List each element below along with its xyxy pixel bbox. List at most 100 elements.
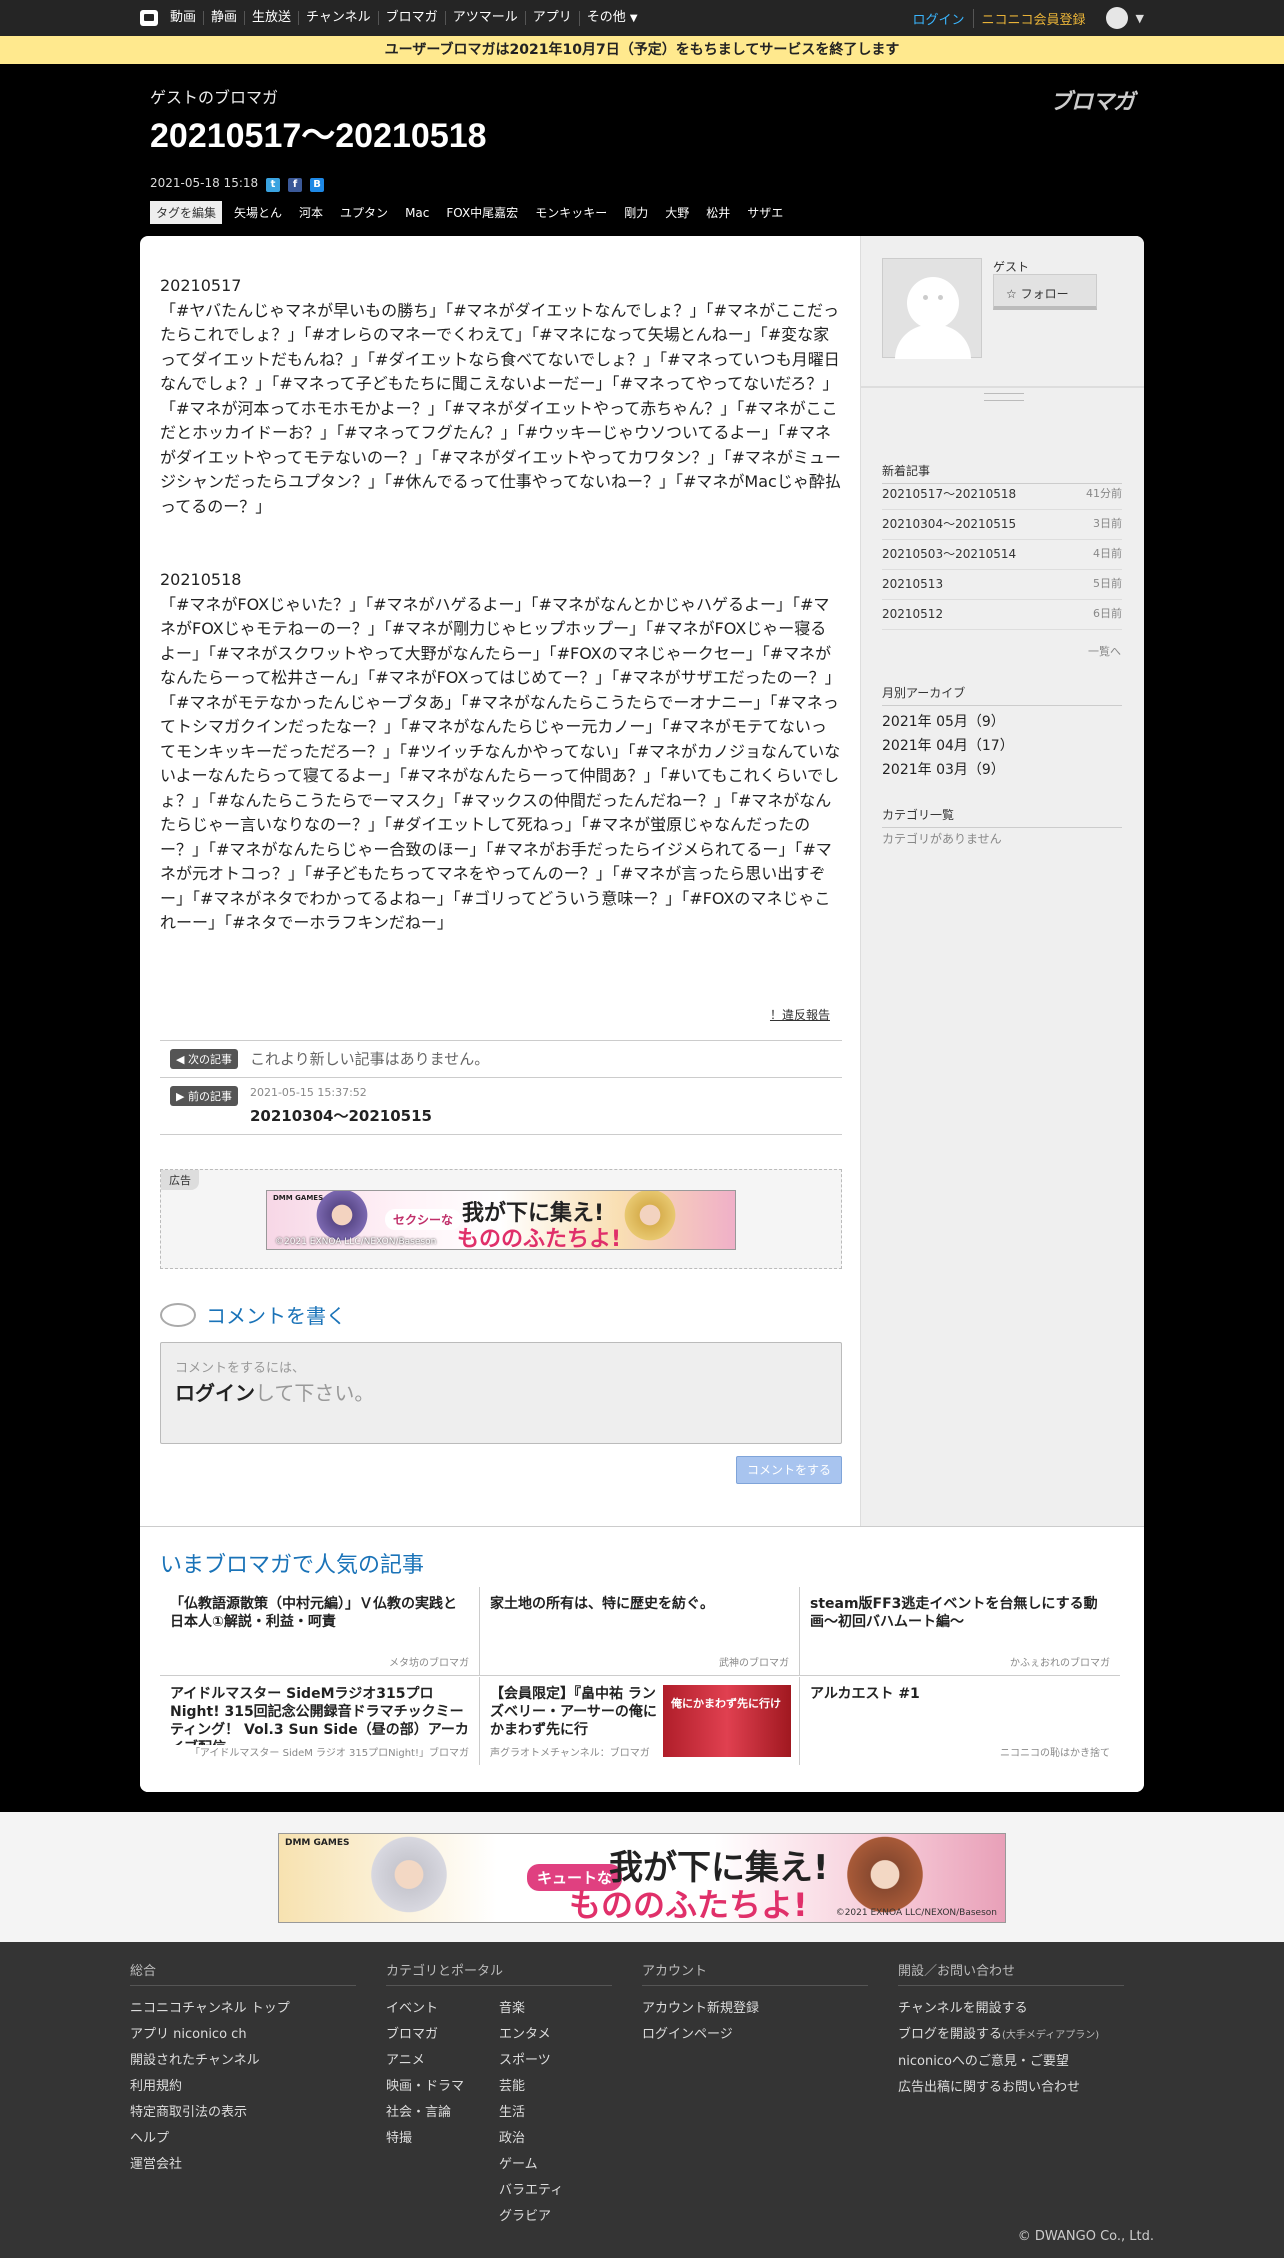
nav-link-atsumaru[interactable]: アツマール bbox=[444, 11, 525, 25]
footer-link[interactable]: チャンネルを開設する bbox=[898, 1996, 1124, 2022]
footer-link[interactable]: スポーツ bbox=[499, 2048, 612, 2074]
bottom-ad-banner[interactable]: DMM GAMES キュートな 我が下に集え! もののふたちよ! ©2021 E… bbox=[278, 1833, 1006, 1923]
category-title: カテゴリ一覧 bbox=[882, 806, 1122, 828]
blog-owner-name[interactable]: ゲストのブロマガ bbox=[150, 84, 278, 108]
recent-article-item[interactable]: 20210512 6日前 bbox=[882, 600, 1122, 630]
tag-item[interactable]: 河本 bbox=[299, 204, 323, 221]
footer-link[interactable]: 開設されたチャンネル bbox=[130, 2048, 356, 2074]
tag-item[interactable]: 剛力 bbox=[624, 204, 648, 221]
tag-item[interactable]: Mac bbox=[405, 206, 429, 220]
tag-item[interactable]: 大野 bbox=[665, 204, 689, 221]
profile-avatar[interactable] bbox=[882, 258, 982, 359]
profile-name[interactable]: ゲスト bbox=[993, 258, 1029, 275]
popular-item[interactable]: アルカエスト #1 ニコニコの恥はかき捨て bbox=[800, 1677, 1120, 1765]
user-avatar-icon[interactable] bbox=[1105, 7, 1128, 29]
prev-article-title[interactable]: 20210304～20210515 bbox=[250, 1105, 432, 1126]
tag-item[interactable]: FOX中尾嘉宏 bbox=[446, 204, 518, 221]
footer-link[interactable]: ログインページ bbox=[642, 2022, 868, 2048]
nav-link-live[interactable]: 生放送 bbox=[244, 11, 298, 25]
comment-hint: コメントをするには、 bbox=[175, 1361, 306, 1376]
login-link[interactable]: ログイン bbox=[913, 9, 973, 28]
footer-link[interactable]: 音楽 bbox=[499, 1996, 612, 2022]
blomaga-logo[interactable]: ブロマガ bbox=[1050, 84, 1135, 116]
nav-link-more[interactable]: その他 ▼ bbox=[578, 10, 645, 26]
post-date: 2021-05-18 15:18 bbox=[150, 176, 259, 190]
popular-item[interactable]: steam版FF3逃走イベントを台無しにする動画～初回バハムート編～ かふぇおれ… bbox=[800, 1587, 1120, 1675]
footer-link[interactable]: 運営会社 bbox=[130, 2152, 356, 2178]
footer-link[interactable]: エンタメ bbox=[499, 2022, 612, 2048]
chevron-right-icon: ▶ bbox=[176, 1090, 185, 1103]
prev-article-row[interactable]: ▶ 前の記事 2021-05-15 15:37:52 20210304～2021… bbox=[160, 1078, 842, 1135]
recent-article-item[interactable]: 20210503～20210514 4日前 bbox=[882, 540, 1122, 570]
recent-article-item[interactable]: 20210304～20210515 3日前 bbox=[882, 510, 1122, 540]
popular-divider bbox=[160, 1675, 1120, 1676]
ad-banner-sub: もののふたちよ! bbox=[569, 1886, 808, 1923]
recent-article-item[interactable]: 20210513 5日前 bbox=[882, 570, 1122, 600]
tag-item[interactable]: サザエ bbox=[747, 204, 783, 221]
footer-link[interactable]: アニメ bbox=[386, 2048, 499, 2074]
footer-link[interactable]: 特撮 bbox=[386, 2126, 499, 2152]
submit-comment-button[interactable]: コメントをする bbox=[736, 1456, 842, 1484]
edit-tags-button[interactable]: タグを編集 bbox=[150, 201, 223, 224]
footer-link[interactable]: 広告出稿に関するお問い合わせ bbox=[898, 2075, 1124, 2101]
article-title: 20210517～20210518 bbox=[150, 117, 487, 155]
footer-link[interactable]: 社会・言論 bbox=[386, 2100, 499, 2126]
footer-link[interactable]: ヘルプ bbox=[130, 2126, 356, 2152]
ad-banner[interactable]: DMM GAMES セクシーな 我が下に集え! もののふたちよ! ©2021 E… bbox=[266, 1190, 736, 1250]
archive-item[interactable]: 2021年 03月（9） bbox=[882, 759, 1005, 779]
footer-link[interactable]: グラビア bbox=[499, 2204, 612, 2230]
collapse-handle[interactable] bbox=[984, 393, 1024, 401]
nav-link-channel[interactable]: チャンネル bbox=[298, 11, 378, 25]
footer-link[interactable]: 利用規約 bbox=[130, 2074, 356, 2100]
register-link[interactable]: ニコニコ会員登録 bbox=[972, 8, 1086, 28]
footer-link[interactable]: アプリ niconico ch bbox=[130, 2022, 356, 2048]
comment-textarea[interactable]: コメントをするには、 ログインして下さい。 bbox=[160, 1342, 842, 1444]
hatena-bookmark-icon[interactable]: B bbox=[310, 178, 324, 192]
nav-link-video[interactable]: 動画 bbox=[170, 11, 203, 25]
popular-articles: いまブロマガで人気の記事 「仏教語源散策（中村元編）」Ｖ仏教の実践と日本人①解説… bbox=[140, 1526, 1144, 1792]
footer-col-account: アカウント アカウント新規登録 ログインページ bbox=[642, 1960, 868, 2048]
recent-article-item[interactable]: 20210517～20210518 41分前 bbox=[882, 480, 1122, 510]
archive-item[interactable]: 2021年 04月（17） bbox=[882, 735, 1014, 755]
nav-link-blomaga[interactable]: ブロマガ bbox=[377, 11, 445, 25]
chevron-down-icon[interactable]: ▼ bbox=[1136, 12, 1144, 25]
tag-list: タグを編集 矢場とん 河本 ユプタン Mac FOX中尾嘉宏 モンキッキー 剛力… bbox=[150, 201, 800, 224]
footer-link[interactable]: 映画・ドラマ bbox=[386, 2074, 499, 2100]
popular-item[interactable]: 「仏教語源散策（中村元編）」Ｖ仏教の実践と日本人①解説・利益・呵責 メタ坊のブロ… bbox=[160, 1587, 480, 1675]
footer-link[interactable]: 生活 bbox=[499, 2100, 612, 2126]
tag-item[interactable]: 矢場とん bbox=[234, 204, 282, 221]
footer-link[interactable]: 芸能 bbox=[499, 2074, 612, 2100]
footer-link[interactable]: ブロマガ bbox=[386, 2022, 499, 2048]
footer-link[interactable]: バラエティ bbox=[499, 2178, 612, 2204]
facebook-icon[interactable]: f bbox=[288, 178, 302, 192]
archive-item[interactable]: 2021年 05月（9） bbox=[882, 711, 1005, 731]
ad-banner-sub: もののふたちよ! bbox=[457, 1227, 622, 1250]
recent-more-link[interactable]: 一覧へ bbox=[1088, 643, 1121, 659]
tag-item[interactable]: ユプタン bbox=[340, 204, 388, 221]
nav-link-app[interactable]: アプリ bbox=[524, 11, 579, 25]
prev-article-date: 2021-05-15 15:37:52 bbox=[249, 1086, 367, 1099]
dmm-games-logo: DMM GAMES bbox=[285, 1838, 350, 1848]
nav-link-seiga[interactable]: 静画 bbox=[203, 11, 244, 25]
report-violation-link[interactable]: ！違反報告 bbox=[770, 1006, 830, 1023]
footer-link[interactable]: niconicoへのご意見・ご要望 bbox=[898, 2049, 1124, 2075]
archive-title: 月別アーカイブ bbox=[882, 684, 1122, 706]
tag-item[interactable]: モンキッキー bbox=[535, 204, 607, 221]
twitter-icon[interactable]: t bbox=[266, 178, 280, 192]
footer-link[interactable]: 特定商取引法の表示 bbox=[130, 2100, 356, 2126]
popular-item[interactable]: 【会員限定】『畠中祐 ランズベリー・アーサーの俺にかまわず先に行 声グラオトメチ… bbox=[480, 1677, 800, 1765]
popular-item[interactable]: 家土地の所有は、特に歴史を紡ぐ。 武神のブロマガ bbox=[480, 1587, 800, 1675]
footer-link[interactable]: 政治 bbox=[499, 2126, 612, 2152]
footer-link[interactable]: ニコニコチャンネル トップ bbox=[130, 1996, 356, 2022]
dmm-games-logo: DMM GAMES bbox=[273, 1194, 324, 1202]
footer-link[interactable]: ゲーム bbox=[499, 2152, 612, 2178]
follow-button[interactable]: ☆ フォロー bbox=[993, 274, 1097, 310]
footer-link[interactable]: アカウント新規登録 bbox=[642, 1996, 868, 2022]
footer-link[interactable]: ブログを開設する(大手メディアプラン) bbox=[898, 2022, 1124, 2049]
footer-link[interactable]: イベント bbox=[386, 1996, 499, 2022]
popular-item[interactable]: アイドルマスター SideMラジオ315プロNight! 315回記念公開録音ド… bbox=[160, 1677, 480, 1765]
niconico-tv-icon[interactable] bbox=[140, 10, 158, 26]
tag-item[interactable]: 松井 bbox=[706, 204, 730, 221]
comment-login-prompt: ログインして下さい。 bbox=[175, 1381, 375, 1405]
comment-login-link[interactable]: ログイン bbox=[175, 1381, 255, 1405]
